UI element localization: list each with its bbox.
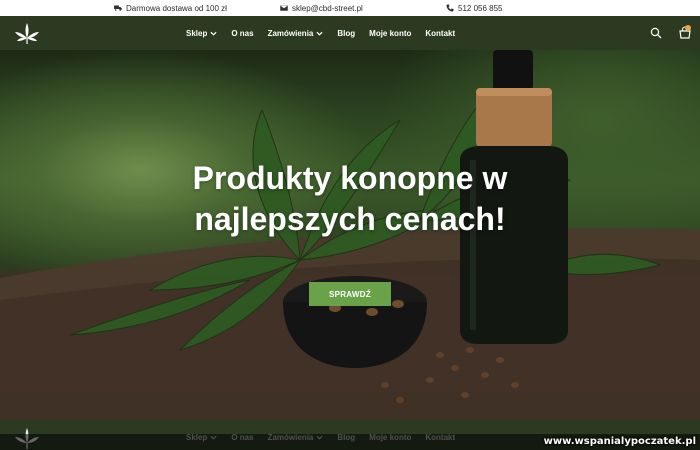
nav-item-o-nas[interactable]: O nas <box>231 29 253 38</box>
truck-icon <box>114 5 122 11</box>
phone-icon <box>446 4 454 12</box>
nav-label: O nas <box>231 28 254 38</box>
email-info[interactable]: sklep@cbd-street.pl <box>280 0 363 16</box>
search-icon[interactable] <box>650 27 662 39</box>
email-link[interactable]: sklep@cbd-street.pl <box>292 4 363 13</box>
hero-title-line-1: Produkty konopne w <box>192 160 508 196</box>
hero-banner: Produkty konopne w najlepszych cenach! S… <box>0 50 700 420</box>
shipping-text: Darmowa dostawa od 100 zł <box>126 3 227 13</box>
nav-label: Blog <box>337 28 356 38</box>
phone-info[interactable]: 512 056 855 <box>446 0 503 16</box>
hero-title-line-2: najlepszych cenach! <box>194 201 506 237</box>
nav-item-moje-konto[interactable]: Moje konto <box>369 29 411 38</box>
main-menu: Sklep O nas Zamówienia Blog Moje konto K… <box>186 16 455 50</box>
nav-item-sklep[interactable]: Sklep <box>186 29 217 38</box>
cart-count-badge <box>685 25 691 31</box>
nav-item-zamowienia[interactable]: Zamówienia <box>268 29 324 38</box>
top-info-bar: Darmowa dostawa od 100 zł sklep@cbd-stre… <box>0 0 700 16</box>
nav-label: Kontakt <box>425 28 456 38</box>
main-navbar: Sklep O nas Zamówienia Blog Moje konto K… <box>0 16 700 50</box>
envelope-icon <box>280 4 288 12</box>
nav-item-blog[interactable]: Blog <box>337 29 355 38</box>
watermark-text: www.wspanialypoczatek.pl <box>543 436 696 447</box>
hero-check-button[interactable]: SPRAWDŹ <box>309 282 391 306</box>
nav-label: Moje konto <box>369 28 412 38</box>
chevron-down-icon <box>316 31 323 36</box>
nav-label: Sklep <box>186 28 208 38</box>
nav-label: Zamówienia <box>267 28 314 38</box>
shipping-info: Darmowa dostawa od 100 zł <box>114 0 227 16</box>
hemp-leaf-logo-icon[interactable] <box>14 21 40 45</box>
nav-item-kontakt[interactable]: Kontakt <box>425 29 455 38</box>
chevron-down-icon <box>210 31 217 36</box>
hero-title: Produkty konopne w najlepszych cenach! <box>150 158 550 240</box>
phone-link[interactable]: 512 056 855 <box>458 4 503 13</box>
